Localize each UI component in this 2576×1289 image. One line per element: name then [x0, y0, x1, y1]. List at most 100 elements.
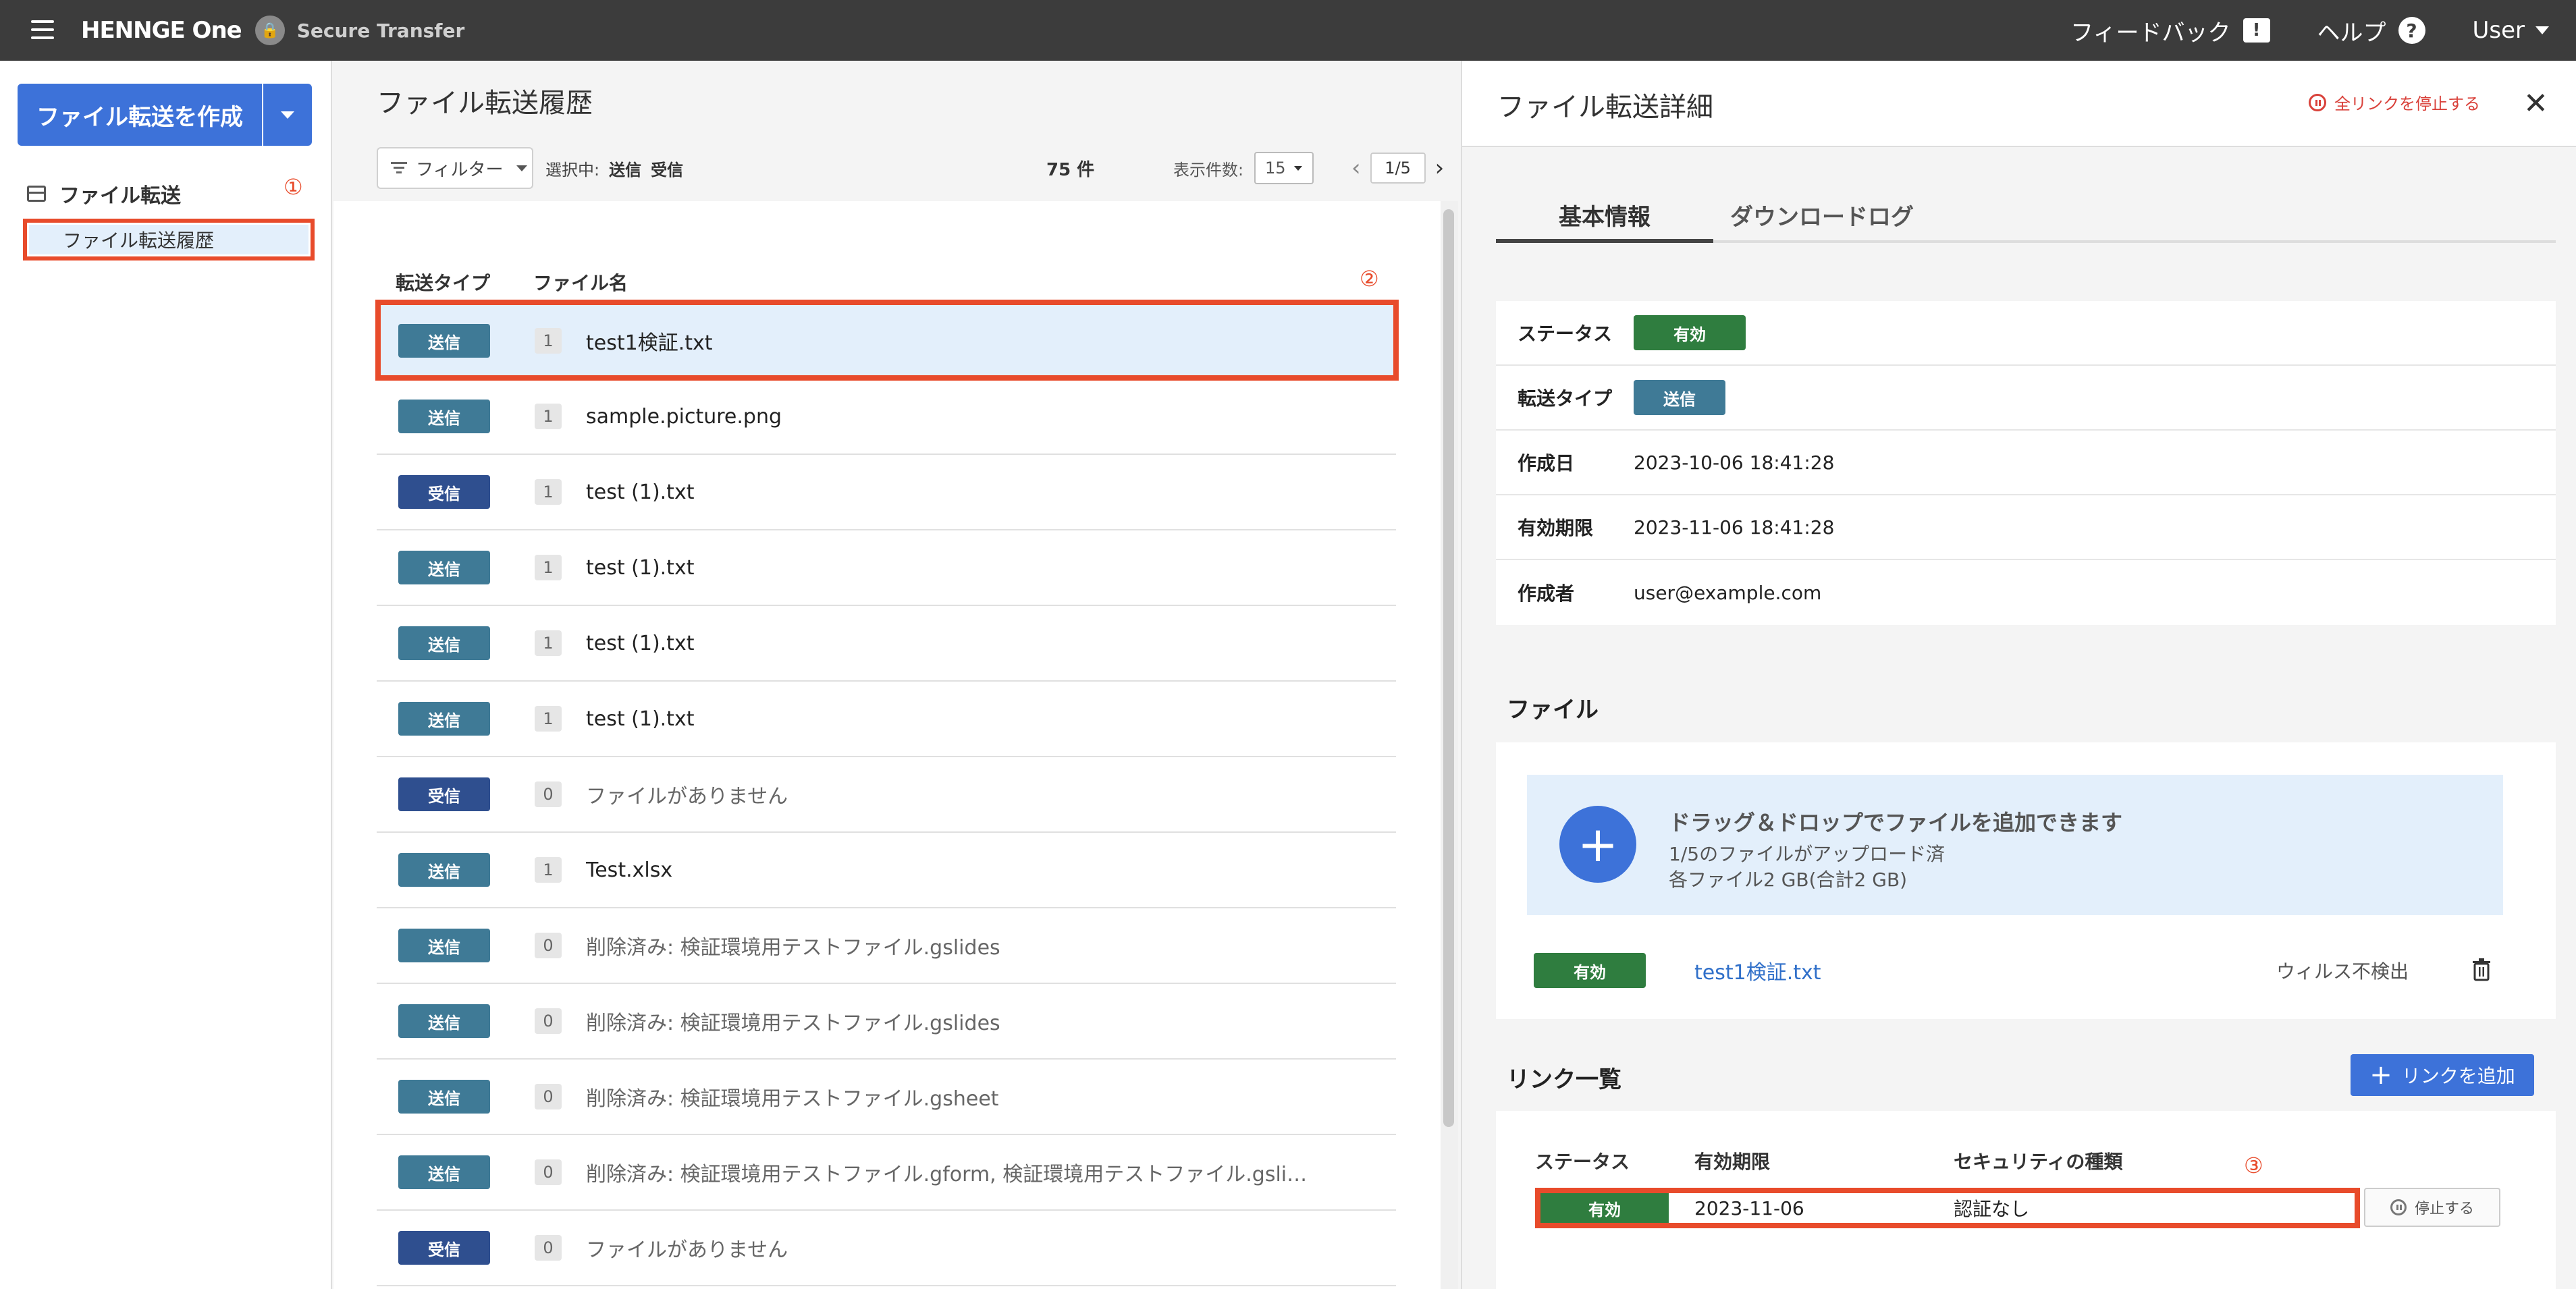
- add-link-label: リンクを追加: [2401, 1065, 2515, 1087]
- info-row-author: 作成者 user@example.com: [1496, 560, 2556, 625]
- table-row[interactable]: 受信 1 test (1).txt: [377, 455, 1396, 530]
- link-security: 認証なし: [1954, 1198, 2030, 1220]
- scrollbar-thumb[interactable]: [1443, 209, 1454, 1127]
- trash-icon[interactable]: [2472, 958, 2491, 981]
- list-toolbar: フィルター 選択中: 送信 受信 75 件 表示件数: 15 ‹ 1/5 ›: [377, 147, 1444, 189]
- create-transfer-label[interactable]: ファイル転送を作成: [18, 84, 263, 146]
- column-header-expiry: 有効期限: [1694, 1151, 1771, 1173]
- info-key: 作成日: [1518, 452, 1575, 474]
- chevron-down-icon: [2535, 26, 2549, 34]
- file-name: test (1).txt: [586, 555, 695, 580]
- list-header: 転送タイプ ファイル名: [396, 269, 1408, 296]
- dropzone-upload-count: 1/5のファイルがアップロード済: [1669, 843, 1946, 865]
- help-button[interactable]: ヘルプ ?: [2317, 14, 2425, 47]
- folder-icon: [27, 186, 46, 202]
- info-value: 2023-11-06 18:41:28: [1634, 516, 1835, 539]
- transfer-type-badge: 送信: [398, 853, 490, 887]
- dropzone-size-limit: 各ファイル2 GB(合計2 GB): [1669, 869, 1908, 891]
- table-row[interactable]: 送信 1 test (1).txt: [377, 530, 1396, 606]
- file-count-badge: 0: [535, 1159, 562, 1185]
- file-name: ファイルがありません: [586, 1238, 788, 1262]
- file-status-badge: 有効: [1534, 953, 1646, 988]
- transfer-type-badge: 送信: [398, 1155, 490, 1189]
- transfer-type-badge: 送信: [398, 1004, 490, 1038]
- link-row[interactable]: 有効 2023-11-06 認証なし: [1535, 1188, 2360, 1228]
- transfer-history-panel: ファイル転送履歴 フィルター 選択中: 送信 受信 75 件 表示件数: 15 …: [333, 61, 1461, 1289]
- info-row-expiry: 有効期限 2023-11-06 18:41:28: [1496, 495, 2556, 560]
- prev-page-icon[interactable]: ‹: [1342, 155, 1370, 182]
- detail-header: ファイル転送詳細 全リンクを停止する ✕: [1462, 61, 2576, 147]
- file-count-badge: 1: [535, 706, 562, 732]
- detail-tabs: 基本情報 ダウンロードログ: [1496, 194, 2556, 243]
- result-count: 75 件: [1046, 159, 1095, 180]
- table-row[interactable]: 受信 0 ファイルがありません: [377, 757, 1396, 833]
- lock-icon: 🔒: [254, 16, 285, 45]
- files-card: + ドラッグ＆ドロップでファイルを追加できます 1/5のファイルがアップロード済…: [1496, 742, 2556, 1019]
- file-name: 削除済み: 検証環境用テストファイル.gslides: [586, 936, 1000, 960]
- link-status-badge: 有効: [1540, 1193, 1669, 1223]
- per-page-select[interactable]: 15: [1254, 152, 1314, 184]
- top-bar: HENNGE One 🔒 Secure Transfer フィードバック ! ヘ…: [0, 0, 2576, 61]
- file-dropzone[interactable]: + ドラッグ＆ドロップでファイルを追加できます 1/5のファイルがアップロード済…: [1527, 775, 2503, 915]
- tab-download-log[interactable]: ダウンロードログ: [1713, 194, 1931, 240]
- pause-icon: [2309, 93, 2326, 111]
- file-name: test (1).txt: [586, 707, 695, 731]
- tab-basic-info[interactable]: 基本情報: [1496, 194, 1713, 243]
- info-value: user@example.com: [1634, 581, 1822, 604]
- links-header: ステータス 有効期限 セキュリティの種類: [1535, 1147, 2514, 1174]
- per-page-label: 表示件数:: [1173, 160, 1244, 180]
- transfer-type-badge: 送信: [398, 551, 490, 584]
- chevron-down-icon: [516, 165, 528, 171]
- file-link[interactable]: test1検証.txt: [1694, 956, 1821, 985]
- chevron-down-icon: [281, 111, 294, 119]
- table-row[interactable]: 送信 1 test1検証.txt: [375, 300, 1399, 381]
- file-name: 削除済み: 検証環境用テストファイル.gform, 検証環境用テストファイル.g…: [586, 1163, 1315, 1186]
- type-badge: 送信: [1634, 380, 1725, 415]
- file-name: test (1).txt: [586, 480, 695, 504]
- next-page-icon[interactable]: ›: [1426, 155, 1454, 182]
- add-link-button[interactable]: + リンクを追加: [2351, 1054, 2534, 1096]
- menu-icon[interactable]: [31, 20, 54, 39]
- add-file-icon[interactable]: +: [1559, 806, 1636, 883]
- file-name: 削除済み: 検証環境用テストファイル.gslides: [586, 1012, 1000, 1035]
- info-row-type: 転送タイプ 送信: [1496, 366, 2556, 431]
- table-row[interactable]: 送信 0 削除済み: 検証環境用テストファイル.gslides: [377, 908, 1396, 984]
- feedback-button[interactable]: フィードバック !: [2070, 14, 2270, 47]
- plus-icon: +: [2369, 1060, 2392, 1091]
- transfer-type-badge: 送信: [398, 929, 490, 962]
- stop-link-label: 停止する: [2414, 1201, 2474, 1217]
- file-count-badge: 0: [535, 1084, 562, 1109]
- file-name: 削除済み: 検証環境用テストファイル.gsheet: [586, 1087, 999, 1111]
- sidebar-item-transfer-history[interactable]: ファイル転送履歴: [23, 219, 315, 260]
- table-row[interactable]: 送信 1 Test.xlsx: [377, 833, 1396, 908]
- stop-all-links-button[interactable]: 全リンクを停止する: [2309, 90, 2480, 114]
- scrollbar[interactable]: [1441, 201, 1458, 1289]
- page-indicator[interactable]: 1/5: [1370, 153, 1426, 184]
- filter-button[interactable]: フィルター: [377, 147, 533, 189]
- table-row[interactable]: 送信 1 sample.picture.png: [377, 379, 1396, 455]
- stop-link-button[interactable]: 停止する: [2364, 1188, 2500, 1227]
- sidebar-item-label: ファイル転送履歴: [29, 225, 308, 254]
- table-row[interactable]: 送信 1 test (1).txt: [377, 606, 1396, 682]
- table-row[interactable]: 送信 0 削除済み: 検証環境用テストファイル.gform, 検証環境用テストファイ…: [377, 1135, 1396, 1211]
- table-row[interactable]: 受信 0 ファイルがありません: [377, 1211, 1396, 1286]
- brand: HENNGE One 🔒 Secure Transfer: [81, 15, 464, 46]
- transfer-type-badge: 送信: [398, 702, 490, 736]
- create-transfer-button[interactable]: ファイル転送を作成: [18, 84, 312, 146]
- table-row[interactable]: 送信 0 削除済み: 検証環境用テストファイル.gslides: [377, 984, 1396, 1060]
- info-key: 作成者: [1518, 582, 1575, 605]
- file-count-badge: 0: [535, 933, 562, 958]
- selected-label: 選択中:: [545, 160, 600, 180]
- close-icon[interactable]: ✕: [2523, 86, 2548, 121]
- user-menu[interactable]: User: [2473, 17, 2549, 44]
- nav-section-file-transfer: ファイル転送: [27, 179, 181, 209]
- table-row[interactable]: 送信 0 削除済み: 検証環境用テストファイル.gsheet: [377, 1060, 1396, 1135]
- file-entry: 有効 test1検証.txt ウィルス不検出: [1534, 950, 2506, 991]
- table-row[interactable]: 送信 1 test (1).txt: [377, 682, 1396, 757]
- status-badge: 有効: [1634, 315, 1746, 350]
- info-value: 2023-10-06 18:41:28: [1634, 451, 1835, 474]
- create-transfer-dropdown[interactable]: [263, 84, 312, 146]
- column-header-type: 転送タイプ: [396, 272, 491, 294]
- file-name: test1検証.txt: [586, 331, 713, 355]
- info-row-status: ステータス 有効: [1496, 301, 2556, 366]
